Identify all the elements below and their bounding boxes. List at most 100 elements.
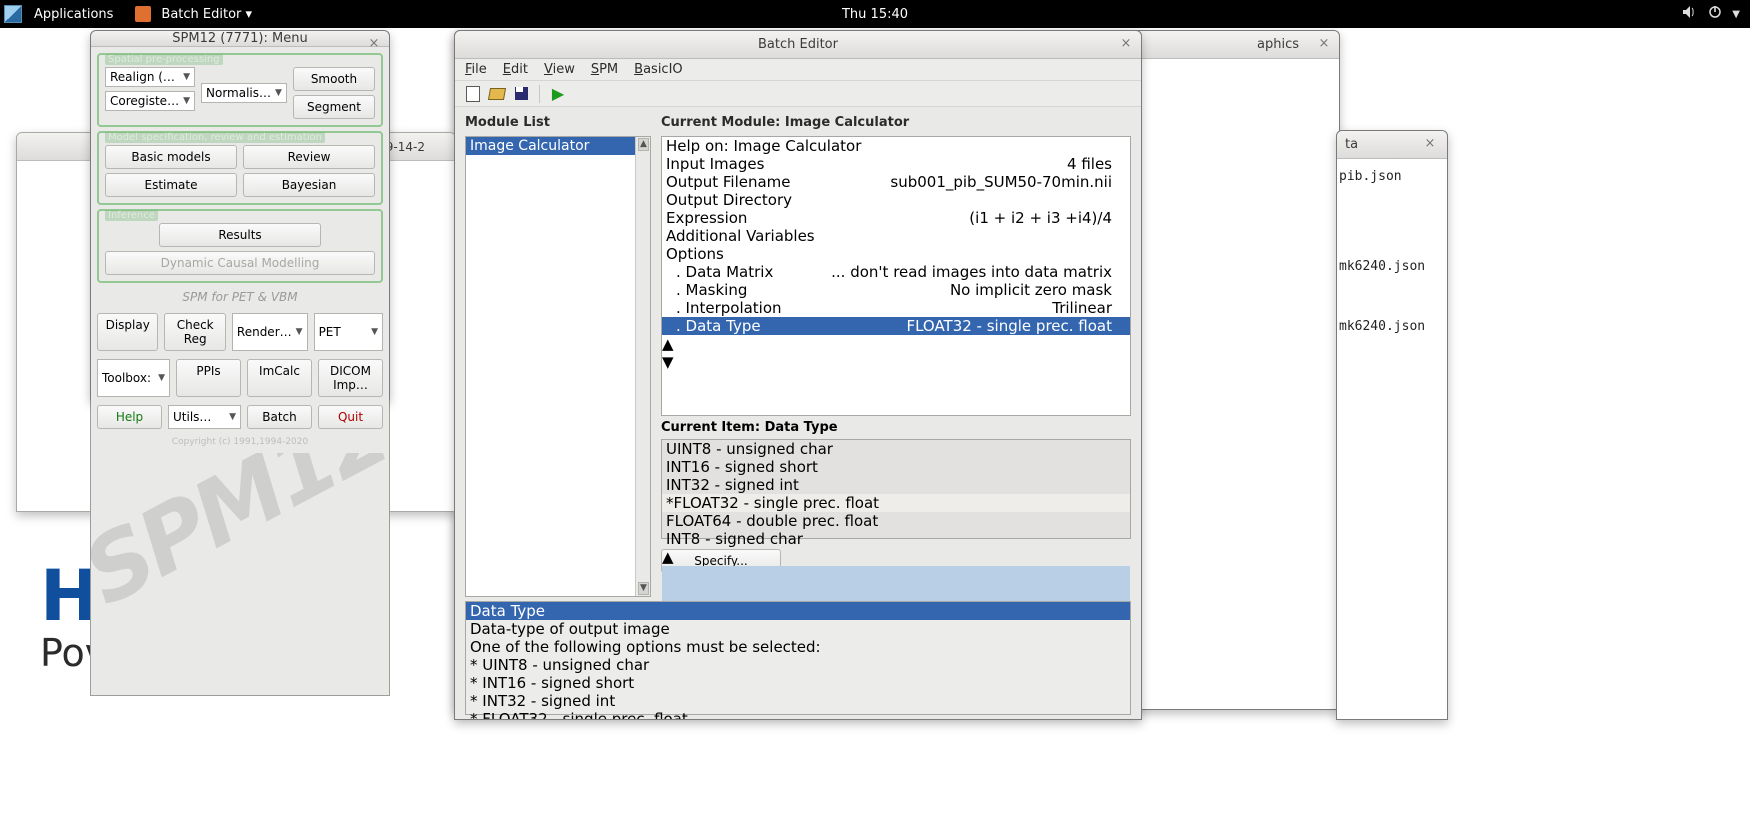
realign-dropdown[interactable]: Realign (… xyxy=(105,67,195,87)
batch-editor-window: Batch Editor × File Edit View SPM BasicI… xyxy=(454,30,1142,720)
volume-icon[interactable] xyxy=(1682,5,1698,23)
menu-edit[interactable]: Edit xyxy=(503,62,528,77)
param-row[interactable]: Expression(i1 + i2 + i3 +i4)/4 xyxy=(662,209,1130,227)
segment-button[interactable]: Segment xyxy=(293,95,375,119)
activities-icon[interactable] xyxy=(4,5,22,23)
menu-file[interactable]: File xyxy=(465,62,487,77)
parameter-list[interactable]: Help on: Image CalculatorInput Images4 f… xyxy=(661,136,1131,416)
param-row[interactable]: . Data Matrix... don't read images into … xyxy=(662,263,1130,281)
group-inference-label: Inference xyxy=(105,210,158,221)
toolbar-separator xyxy=(539,85,540,103)
param-row[interactable]: Help on: Image Calculator xyxy=(662,137,1130,155)
param-row[interactable]: Additional Variables xyxy=(662,227,1130,245)
batch-titlebar[interactable]: Batch Editor × xyxy=(455,31,1141,59)
option-row[interactable]: UINT8 - unsigned char xyxy=(662,440,1130,458)
applications-menu[interactable]: Applications xyxy=(26,7,121,22)
close-icon[interactable]: × xyxy=(365,36,383,54)
option-row[interactable]: INT16 - signed short xyxy=(662,458,1130,476)
dcm-button[interactable]: Dynamic Causal Modelling xyxy=(105,251,375,275)
file-list-body: pib.json mk6240.json mk6240.json xyxy=(1337,159,1447,344)
scroll-down-icon[interactable]: ▼ xyxy=(638,582,649,595)
help-line: * FLOAT32 - single prec. float xyxy=(470,710,1112,719)
current-module-label: Current Module: Image Calculator xyxy=(661,115,1131,132)
help-line: * INT16 - signed short xyxy=(470,674,1112,692)
help-title: Data Type xyxy=(466,602,1130,620)
toolbar: ▶ xyxy=(455,81,1141,107)
batch-button[interactable]: Batch xyxy=(247,405,312,429)
batch-title: Batch Editor xyxy=(758,37,838,52)
param-row[interactable]: Output Directory xyxy=(662,191,1130,209)
spm-menu-titlebar[interactable]: SPM12 (7771): Menu × xyxy=(91,31,389,47)
spm-menu-window: SPM12 (7771): Menu × Spatial pre-process… xyxy=(90,30,390,400)
scroll-up-icon[interactable]: ▲ xyxy=(662,548,1130,566)
spm-copyright: Copyright (c) 1991,1994-2020 xyxy=(97,433,383,447)
save-icon[interactable] xyxy=(513,86,529,102)
review-button[interactable]: Review xyxy=(243,145,375,169)
system-menu-caret-icon[interactable]: ▼ xyxy=(1732,9,1740,20)
scroll-down-icon[interactable]: ▼ xyxy=(662,353,1130,371)
option-row[interactable]: FLOAT64 - double prec. float xyxy=(662,512,1130,530)
imcalc-button[interactable]: ImCalc xyxy=(247,359,312,397)
scrollbar[interactable]: ▲ ▼ xyxy=(662,335,1130,371)
close-icon[interactable]: × xyxy=(1315,36,1333,54)
toolbox-dropdown[interactable]: Toolbox: xyxy=(97,359,170,397)
spm-caption: SPM for PET & VBM xyxy=(97,287,383,309)
help-button[interactable]: Help xyxy=(97,405,162,429)
run-icon[interactable]: ▶ xyxy=(550,86,566,102)
group-spatial: Spatial pre-processing Realign (… Coregi… xyxy=(97,53,383,127)
basic-models-button[interactable]: Basic models xyxy=(105,145,237,169)
param-row[interactable]: . InterpolationTrilinear xyxy=(662,299,1130,317)
close-icon[interactable]: × xyxy=(1421,136,1439,154)
scroll-up-icon[interactable]: ▲ xyxy=(638,138,649,151)
matlab-icon[interactable] xyxy=(135,6,151,22)
module-list-label: Module List xyxy=(465,115,651,132)
param-row[interactable]: . Data TypeFLOAT32 - single prec. float xyxy=(662,317,1130,335)
file-list-titlebar[interactable]: ta × xyxy=(1337,131,1447,159)
option-row[interactable]: *FLOAT32 - single prec. float xyxy=(662,494,1130,512)
menu-basicio[interactable]: BasicIO xyxy=(634,62,683,77)
render-dropdown[interactable]: Render… xyxy=(232,313,308,351)
group-model: Model specification, review and estimati… xyxy=(97,131,383,205)
option-row[interactable]: INT8 - signed char xyxy=(662,530,1130,548)
menu-view[interactable]: View xyxy=(544,62,575,77)
app-menu-batch-editor[interactable]: Batch Editor ▾ xyxy=(155,7,258,22)
option-row[interactable]: INT32 - signed int xyxy=(662,476,1130,494)
module-list[interactable]: Image Calculator ▲ ▼ xyxy=(465,136,651,597)
group-spatial-label: Spatial pre-processing xyxy=(105,54,223,65)
open-icon[interactable] xyxy=(489,86,505,102)
bayesian-button[interactable]: Bayesian xyxy=(243,173,375,197)
pet-dropdown[interactable]: PET xyxy=(314,313,383,351)
smooth-button[interactable]: Smooth xyxy=(293,67,375,91)
display-button[interactable]: Display xyxy=(97,313,158,351)
close-icon[interactable]: × xyxy=(1117,36,1135,54)
param-row[interactable]: Output Filenamesub001_pib_SUM50-70min.ni… xyxy=(662,173,1130,191)
coregister-dropdown[interactable]: Coregiste… xyxy=(105,91,195,111)
help-box: Data TypeData-type of output imageOne of… xyxy=(465,601,1131,715)
scroll-thumb[interactable] xyxy=(662,566,1130,606)
help-line: * INT32 - signed int xyxy=(470,692,1112,710)
param-row[interactable]: Input Images4 files xyxy=(662,155,1130,173)
results-button[interactable]: Results xyxy=(159,223,321,247)
estimate-button[interactable]: Estimate xyxy=(105,173,237,197)
dicom-import-button[interactable]: DICOM Imp… xyxy=(318,359,383,397)
scrollbar[interactable]: ▲ ▼ xyxy=(635,137,650,596)
group-inference: Inference Results Dynamic Causal Modelli… xyxy=(97,209,383,283)
help-line: * UINT8 - unsigned char xyxy=(470,656,1112,674)
param-row[interactable]: Options xyxy=(662,245,1130,263)
file-list-window: ta × pib.json mk6240.json mk6240.json xyxy=(1336,130,1448,720)
normalise-dropdown[interactable]: Normalis… xyxy=(201,83,287,103)
menu-spm[interactable]: SPM xyxy=(591,62,618,77)
menubar: File Edit View SPM BasicIO xyxy=(455,59,1141,81)
help-line: Data-type of output image xyxy=(470,620,1112,638)
scroll-up-icon[interactable]: ▲ xyxy=(662,335,1130,353)
clock[interactable]: Thu 15:40 xyxy=(842,7,908,22)
new-icon[interactable] xyxy=(465,86,481,102)
quit-button[interactable]: Quit xyxy=(318,405,383,429)
param-row[interactable]: . MaskingNo implicit zero mask xyxy=(662,281,1130,299)
check-reg-button[interactable]: Check Reg xyxy=(164,313,225,351)
power-icon[interactable] xyxy=(1708,5,1722,23)
utils-dropdown[interactable]: Utils… xyxy=(168,405,241,429)
data-type-options[interactable]: UINT8 - unsigned charINT16 - signed shor… xyxy=(661,439,1131,539)
ppis-button[interactable]: PPIs xyxy=(176,359,241,397)
module-item[interactable]: Image Calculator xyxy=(466,137,650,155)
